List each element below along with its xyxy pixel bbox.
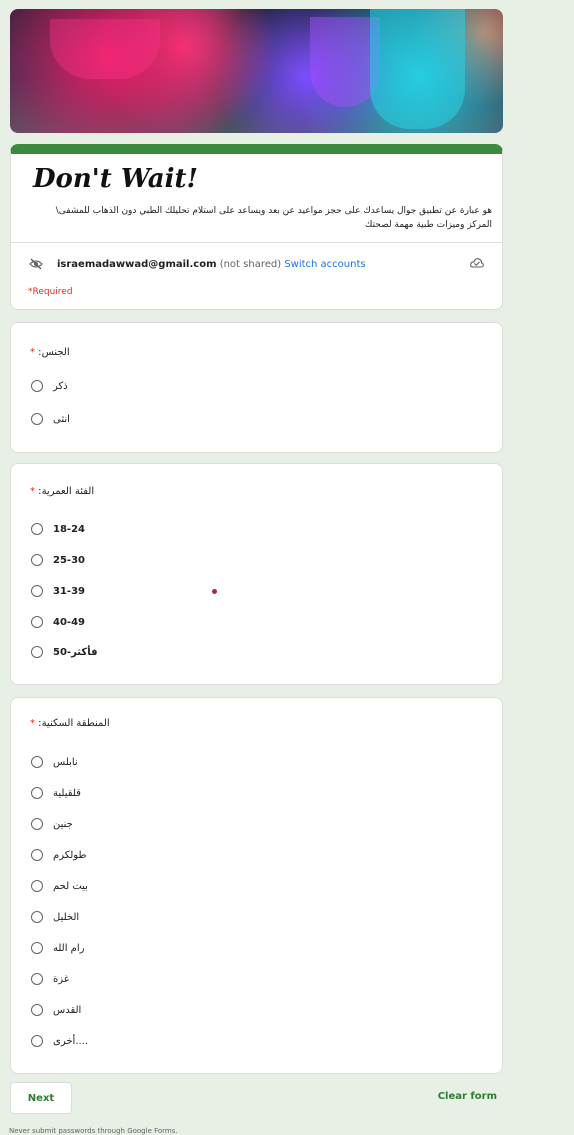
option-label: القدس (53, 1004, 82, 1016)
cursor-dot (212, 589, 217, 594)
clear-form-button[interactable]: Clear form (438, 1091, 497, 1102)
radio-option-male[interactable]: ذكر (31, 378, 68, 394)
radio-button[interactable] (31, 1004, 43, 1016)
option-label: رام الله (53, 942, 85, 954)
radio-option-ramallah[interactable]: رام الله (31, 940, 84, 956)
question-card-gender: الجنس: * ذكر انثى (10, 322, 503, 453)
radio-button[interactable] (31, 1035, 43, 1047)
required-star: * (30, 486, 35, 497)
form-title: Don't Wait! (33, 164, 198, 194)
option-label: الخليل (53, 911, 80, 923)
radio-option-female[interactable]: انثى (31, 411, 70, 427)
option-label: أخرى.... (53, 1035, 89, 1047)
radio-option-jerusalem[interactable]: القدس (31, 1002, 81, 1018)
option-label: جنين (53, 818, 73, 830)
form-title-card: Don't Wait! هو عبارة عن تطبيق جوال يساعد… (10, 144, 503, 310)
radio-option-hebron[interactable]: الخليل (31, 909, 79, 925)
radio-option-age-2[interactable]: 25-30 (31, 552, 85, 568)
account-row: israemadawwad@gmail.com (not shared) Swi… (29, 257, 484, 273)
question-title-text: المنطقة السكنية (41, 718, 110, 729)
radio-option-jenin[interactable]: جنين (31, 816, 73, 832)
radio-button[interactable] (31, 787, 43, 799)
eye-slash-icon (29, 258, 43, 270)
radio-button[interactable] (31, 646, 43, 658)
switch-accounts-link[interactable]: Switch accounts (284, 259, 365, 270)
radio-button[interactable] (31, 756, 43, 768)
divider (11, 242, 502, 243)
account-email: israemadawwad@gmail.com (57, 259, 217, 270)
radio-option-qalqilya[interactable]: قلقيلية (31, 785, 81, 801)
radio-option-gaza[interactable]: غزة (31, 971, 69, 987)
option-label: 25-30 (53, 554, 85, 566)
radio-option-tulkarm[interactable]: طولكرم (31, 847, 86, 863)
radio-option-age-1[interactable]: 18-24 (31, 521, 85, 537)
radio-option-nablus[interactable]: نابلس (31, 754, 78, 770)
question-card-age-group: الفئة العمرية: * 18-24 25-30 31-39 40-49… (10, 463, 503, 685)
option-label: 40-49 (53, 616, 85, 628)
question-card-region: المنطقة السكنية: * نابلس قلقيلية جنين طو… (10, 697, 503, 1074)
option-label: ذكر (53, 380, 68, 392)
radio-option-age-4[interactable]: 40-49 (31, 614, 85, 630)
question-title: الفئة العمرية: * (30, 486, 95, 497)
option-label: 50-فأكثر (53, 646, 98, 658)
radio-button[interactable] (31, 554, 43, 566)
option-label: غزة (53, 973, 69, 985)
question-title: الجنس: * (30, 347, 70, 358)
radio-button[interactable] (31, 585, 43, 597)
account-info: israemadawwad@gmail.com (not shared) Swi… (57, 259, 366, 270)
radio-button[interactable] (31, 849, 43, 861)
required-note: *Required (28, 287, 73, 297)
option-label: 18-24 (53, 523, 85, 535)
cloud-check-icon (470, 258, 484, 268)
radio-button[interactable] (31, 880, 43, 892)
radio-option-other[interactable]: أخرى.... (31, 1033, 88, 1049)
question-title-text: الجنس (41, 347, 70, 358)
radio-button[interactable] (31, 818, 43, 830)
radio-button[interactable] (31, 942, 43, 954)
option-label: قلقيلية (53, 787, 81, 799)
option-label: انثى (53, 413, 70, 425)
option-label: بيت لحم (53, 880, 88, 892)
not-shared-label: (not shared) (219, 259, 282, 270)
radio-option-age-3[interactable]: 31-39 (31, 583, 85, 599)
question-title: المنطقة السكنية: * (30, 718, 110, 729)
question-title-text: الفئة العمرية (41, 486, 95, 497)
option-label: 31-39 (53, 585, 85, 597)
option-label: نابلس (53, 756, 78, 768)
password-warning: Never submit passwords through Google Fo… (9, 1127, 178, 1135)
header-banner-image (10, 9, 503, 133)
radio-button[interactable] (31, 413, 43, 425)
radio-option-bethlehem[interactable]: بيت لحم (31, 878, 88, 894)
option-label: طولكرم (53, 849, 87, 861)
radio-option-age-5[interactable]: 50-فأكثر (31, 644, 98, 660)
next-button[interactable]: Next (10, 1082, 72, 1114)
radio-button[interactable] (31, 523, 43, 535)
radio-button[interactable] (31, 616, 43, 628)
radio-button[interactable] (31, 973, 43, 985)
form-description: هو عبارة عن تطبيق جوال يساعدك على حجز مو… (55, 206, 492, 230)
required-star: * (30, 718, 35, 729)
radio-button[interactable] (31, 380, 43, 392)
required-star: * (30, 347, 35, 358)
radio-button[interactable] (31, 911, 43, 923)
